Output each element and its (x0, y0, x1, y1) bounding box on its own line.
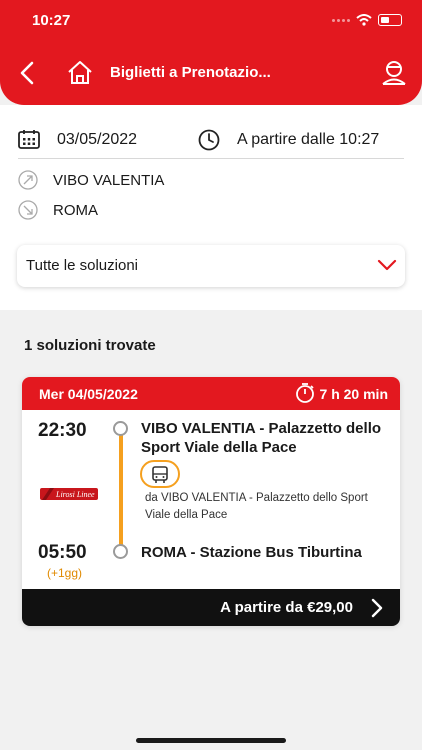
solution-card[interactable]: Mer 04/05/2022 7 h 20 min 22:30 Lirosi L… (22, 377, 400, 626)
back-button[interactable] (14, 58, 42, 88)
price-label: A partire da €29,00 (220, 599, 353, 616)
filter-value: Tutte le soluzioni (26, 257, 139, 274)
timeline-dot-departure (113, 421, 128, 436)
status-time: 10:27 (32, 12, 71, 29)
travel-date[interactable]: 03/05/2022 (57, 131, 137, 149)
trip-date: Mer 04/05/2022 (39, 386, 138, 402)
departure-arrow-icon (18, 170, 38, 190)
home-icon (68, 61, 92, 84)
carrier-logo: Lirosi Linee (40, 488, 98, 500)
battery-icon (378, 14, 402, 26)
signal-icon (332, 18, 350, 22)
card-header: Mer 04/05/2022 7 h 20 min (22, 377, 400, 410)
home-button[interactable] (66, 58, 94, 88)
status-icons (332, 14, 402, 26)
page-title: Biglietti a Prenotazio... (110, 64, 271, 81)
results-count: 1 soluzioni trovate (24, 337, 156, 354)
bus-icon (152, 466, 168, 483)
trip-duration: 7 h 20 min (319, 386, 388, 402)
nav-bar: Biglietti a Prenotazio... (0, 58, 422, 88)
bus-badge (140, 460, 180, 488)
clock-icon (198, 129, 220, 151)
departure-stop: VIBO VALENTIA - Palazzetto dello Sport V… (141, 420, 382, 456)
price-bar[interactable]: A partire da €29,00 (22, 589, 400, 626)
origin-label: VIBO VALENTIA (53, 172, 165, 189)
chevron-down-icon (377, 259, 397, 271)
chevron-left-icon (20, 61, 34, 85)
search-panel: 03/05/2022 A partire dalle 10:27 VIBO VA… (0, 105, 422, 310)
stopwatch-icon (296, 383, 314, 403)
arrival-arrow-icon (18, 200, 38, 220)
arrival-stop: ROMA - Stazione Bus Tiburtina (141, 544, 362, 561)
account-button[interactable] (380, 58, 408, 88)
chevron-right-icon (371, 598, 383, 618)
departure-detail: da VIBO VALENTIA - Palazzetto dello Spor… (145, 492, 368, 521)
home-indicator (136, 738, 286, 743)
wifi-icon (356, 14, 372, 26)
solutions-filter-select[interactable]: Tutte le soluzioni (17, 245, 405, 287)
calendar-icon (18, 130, 40, 149)
departure-time: 22:30 (38, 420, 87, 441)
app-header: 10:27 Biglietti a Prenotazio... (0, 0, 422, 105)
date-time-row[interactable]: 03/05/2022 A partire dalle 10:27 (18, 127, 404, 159)
destination-label: ROMA (53, 202, 98, 219)
arrival-time: 05:50 (38, 542, 87, 563)
timeline-dot-arrival (113, 544, 128, 559)
svg-text:Lirosi Linee: Lirosi Linee (55, 490, 95, 499)
user-icon (382, 61, 406, 85)
timeline-line (119, 433, 123, 549)
next-day-badge: (+1gg) (47, 566, 83, 580)
departure-time-filter[interactable]: A partire dalle 10:27 (237, 131, 379, 149)
